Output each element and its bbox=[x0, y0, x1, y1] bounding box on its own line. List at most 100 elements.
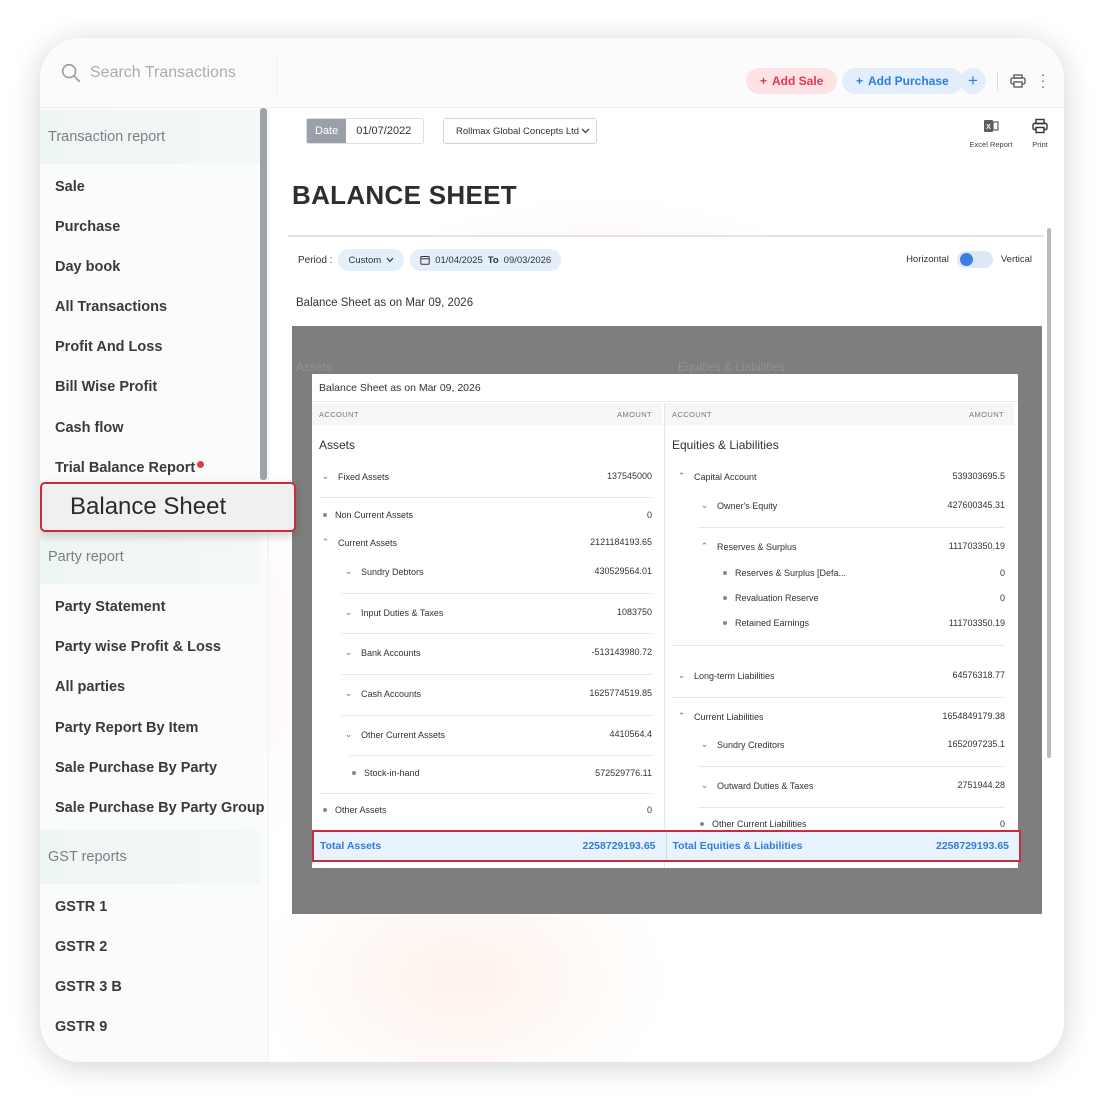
chevron-down-icon[interactable]: ⌄ bbox=[700, 739, 709, 750]
table-row[interactable]: ⌄ Input Duties & Taxes 1083750 bbox=[312, 607, 652, 623]
date-filter[interactable]: Date 01/07/2022 bbox=[306, 118, 425, 144]
printer-icon bbox=[1032, 118, 1048, 134]
chevron-down-icon[interactable]: ⌄ bbox=[344, 566, 353, 577]
chevron-down-icon[interactable]: ⌄ bbox=[344, 607, 353, 618]
chevron-down-icon[interactable]: ⌄ bbox=[344, 688, 353, 699]
table-row[interactable]: ⌄ Cash Accounts 1625774519.85 bbox=[312, 688, 652, 704]
chevron-down-icon[interactable]: ⌄ bbox=[700, 780, 709, 791]
chevron-up-icon[interactable]: ⌃ bbox=[321, 537, 330, 548]
bullet-icon bbox=[723, 596, 727, 600]
table-row[interactable]: ⌄ Sundry Creditors 1652097235.1 bbox=[665, 739, 1005, 755]
table-row[interactable]: ⌄ Bank Accounts -513143980.72 bbox=[312, 647, 652, 663]
plus-icon: + bbox=[760, 74, 768, 88]
table-row[interactable]: Stock-in-hand 572529776.11 bbox=[312, 768, 652, 784]
table-row[interactable]: Retained Earnings 111703350.19 bbox=[665, 618, 1005, 634]
sidebar-item-day-book[interactable]: Day book bbox=[55, 259, 120, 275]
chevron-up-icon[interactable]: ⌃ bbox=[677, 711, 686, 722]
sidebar-item-trial-balance[interactable]: Trial Balance Report bbox=[55, 460, 205, 476]
table-row[interactable]: ⌃ Current Assets 2121184193.65 bbox=[312, 537, 652, 553]
sidebar-item-party-report-by-item[interactable]: Party Report By Item bbox=[55, 720, 198, 736]
table-row[interactable]: ⌄ Long-term Liabilities 64576318.77 bbox=[665, 670, 1005, 686]
sidebar-item-gstr-9[interactable]: GSTR 9 bbox=[55, 1019, 107, 1035]
notification-dot bbox=[197, 461, 205, 468]
chevron-up-icon[interactable]: ⌃ bbox=[677, 471, 686, 482]
column-header-account: ACCOUNT bbox=[672, 409, 712, 419]
sidebar-item-all-transactions[interactable]: All Transactions bbox=[55, 299, 167, 315]
sidebar-item-gstr-2[interactable]: GSTR 2 bbox=[55, 939, 107, 955]
table-row[interactable]: Other Assets 0 bbox=[312, 805, 652, 821]
top-bar: Search Transactions + Add Sale + Add Purch… bbox=[40, 38, 1064, 108]
chevron-down-icon[interactable]: ⌄ bbox=[344, 647, 353, 658]
sidebar-scrollbar[interactable] bbox=[260, 108, 267, 480]
chevron-down-icon[interactable]: ⌄ bbox=[677, 670, 686, 681]
column-header-account: ACCOUNT bbox=[319, 409, 359, 419]
total-assets-value: 2258729193.65 bbox=[582, 840, 656, 852]
print-button[interactable]: Print bbox=[1028, 118, 1052, 149]
table-row[interactable]: ⌃ Capital Account 539303695.5 bbox=[665, 471, 1005, 487]
printer-icon[interactable] bbox=[1010, 74, 1026, 88]
table-row[interactable]: ⌄ Other Current Assets 4410564.4 bbox=[312, 729, 652, 745]
column-header-amount: AMOUNT bbox=[969, 409, 1004, 419]
table-row[interactable]: ⌄ Owner's Equity 427600345.31 bbox=[665, 500, 1005, 516]
section-title-equities-liabilities: Equities & Liabilities bbox=[672, 438, 779, 452]
total-assets: Total Assets 2258729193.65 bbox=[314, 832, 667, 860]
chevron-down-icon[interactable]: ⌄ bbox=[321, 471, 330, 482]
period-select[interactable]: Custom bbox=[338, 249, 405, 271]
column-header-amount: AMOUNT bbox=[617, 409, 652, 419]
total-liabilities-value: 2258729193.65 bbox=[936, 840, 1009, 852]
search-bar[interactable]: Search Transactions bbox=[60, 62, 236, 84]
sidebar-section-gst-reports: GST reports bbox=[40, 830, 260, 884]
svg-text:X: X bbox=[986, 124, 991, 131]
chevron-up-icon[interactable]: ⌃ bbox=[700, 541, 709, 552]
search-input[interactable]: Search Transactions bbox=[90, 64, 236, 82]
date-value[interactable]: 01/07/2022 bbox=[346, 119, 423, 143]
table-row[interactable]: Revaluation Reserve 0 bbox=[665, 593, 1005, 609]
sidebar-item-all-parties[interactable]: All parties bbox=[55, 679, 125, 695]
totals-row: Total Assets 2258729193.65 Total Equitie… bbox=[312, 830, 1021, 862]
sidebar-section-transaction-report: Transaction report bbox=[40, 110, 260, 164]
sidebar-section-party-report: Party report bbox=[40, 530, 260, 584]
sidebar-item-balance-sheet[interactable]: Balance Sheet bbox=[40, 482, 296, 532]
table-row[interactable]: Non Current Assets 0 bbox=[312, 510, 652, 526]
sidebar-item-gstr-1[interactable]: GSTR 1 bbox=[55, 899, 107, 915]
sidebar-item-profit-and-loss[interactable]: Profit And Loss bbox=[55, 339, 162, 355]
layout-switch[interactable] bbox=[956, 251, 993, 268]
bullet-icon bbox=[723, 621, 727, 625]
sidebar-item-sale[interactable]: Sale bbox=[55, 179, 85, 195]
sidebar-item-gstr-3b[interactable]: GSTR 3 B bbox=[55, 979, 122, 995]
table-row[interactable]: ⌄ Fixed Assets 137545000 bbox=[312, 471, 652, 487]
sidebar-item-cash-flow[interactable]: Cash flow bbox=[55, 420, 123, 436]
card-title: Balance Sheet as on Mar 09, 2026 bbox=[312, 374, 1018, 402]
sidebar-item-bill-wise-profit[interactable]: Bill Wise Profit bbox=[55, 379, 157, 395]
chevron-down-icon[interactable]: ⌄ bbox=[700, 500, 709, 511]
bullet-icon bbox=[723, 571, 727, 575]
liabilities-column: ACCOUNT AMOUNT Equities & Liabilities ⌃ Ca… bbox=[664, 403, 1014, 868]
main-scrollbar[interactable] bbox=[1047, 228, 1051, 758]
total-liabilities: Total Equities & Liabilities 2258729193.… bbox=[667, 832, 1020, 860]
quick-add-button[interactable]: + bbox=[960, 68, 986, 94]
date-range-picker[interactable]: 01/04/2025 To 09/03/2026 bbox=[410, 249, 562, 271]
sidebar-item-party-statement[interactable]: Party Statement bbox=[55, 599, 165, 615]
table-row[interactable]: ⌃ Current Liabilities 1654849179.38 bbox=[665, 711, 1005, 727]
sidebar-item-purchase[interactable]: Purchase bbox=[55, 219, 120, 235]
bullet-icon bbox=[700, 822, 704, 826]
more-options-icon[interactable]: · · · bbox=[1038, 67, 1048, 93]
add-sale-button[interactable]: + Add Sale bbox=[746, 68, 838, 94]
add-purchase-button[interactable]: + Add Purchase bbox=[842, 68, 963, 94]
excel-report-button[interactable]: X Excel Report bbox=[968, 118, 1014, 149]
firm-select[interactable]: Rollmax Global Concepts Ltd bbox=[443, 118, 597, 144]
report-as-of: Balance Sheet as on Mar 09, 2026 bbox=[296, 297, 474, 309]
sidebar-item-sale-purchase-by-party-group[interactable]: Sale Purchase By Party Group bbox=[55, 800, 265, 816]
sidebar-item-sale-purchase-by-party[interactable]: Sale Purchase By Party bbox=[55, 760, 217, 776]
chevron-down-icon[interactable]: ⌄ bbox=[344, 729, 353, 740]
table-row[interactable]: Reserves & Surplus [Defa... 0 bbox=[665, 568, 1005, 584]
table-row[interactable]: ⌄ Sundry Debtors 430529564.01 bbox=[312, 566, 652, 582]
sidebar bbox=[40, 108, 268, 1062]
plus-icon: + bbox=[856, 74, 864, 88]
table-row[interactable]: ⌃ Reserves & Surplus 111703350.19 bbox=[665, 541, 1005, 557]
total-assets-label: Total Assets bbox=[320, 840, 382, 852]
bullet-icon bbox=[323, 808, 327, 812]
table-row[interactable]: ⌄ Outward Duties & Taxes 2751944.28 bbox=[665, 780, 1005, 796]
sidebar-item-party-wise-profit-loss[interactable]: Party wise Profit & Loss bbox=[55, 639, 221, 655]
bullet-icon bbox=[352, 771, 356, 775]
